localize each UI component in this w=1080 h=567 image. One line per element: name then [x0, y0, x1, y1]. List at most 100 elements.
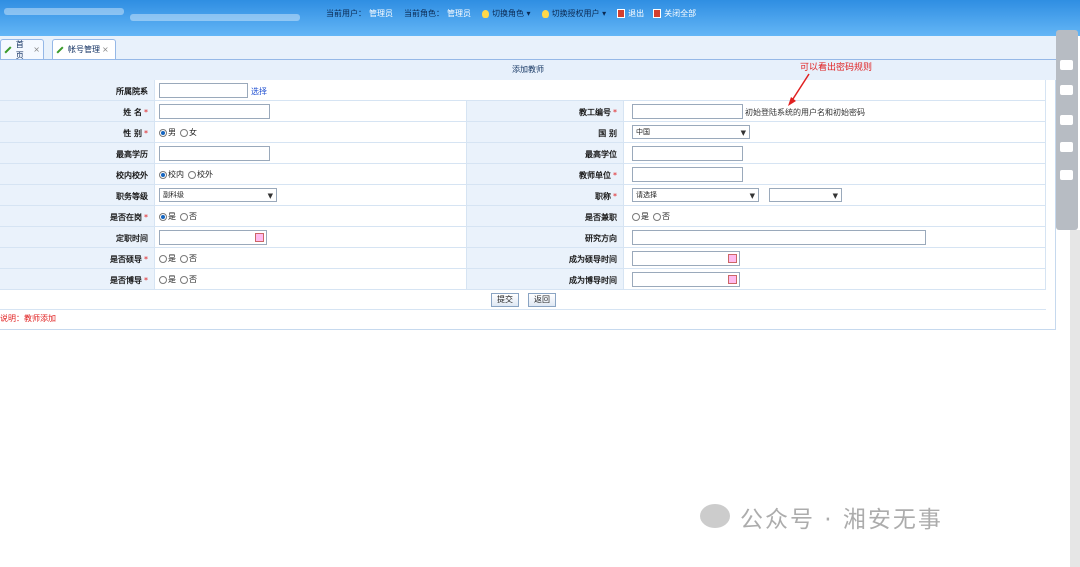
- logout-link[interactable]: 退出: [628, 8, 644, 19]
- tool-icon[interactable]: [1060, 115, 1073, 125]
- close-all-icon: [653, 9, 662, 18]
- form-row: 定职时间 研究方向: [0, 227, 1046, 248]
- close-icon[interactable]: ×: [102, 45, 109, 54]
- form-title: 添加教师: [0, 60, 1056, 80]
- bulb-icon: [482, 9, 489, 18]
- form-row: 是否硕导 * 是 否 成为硕导时间: [0, 248, 1046, 269]
- tab-account-label: 帐号管理: [68, 45, 100, 54]
- education-label: 最高学历: [116, 150, 148, 159]
- current-user: 管理员: [369, 9, 393, 18]
- form-row: 最高学历 最高学位: [0, 143, 1046, 164]
- current-role: 管理员: [447, 9, 471, 18]
- tab-home[interactable]: 首页 ×: [0, 39, 44, 60]
- on-duty-no-radio[interactable]: 否: [180, 211, 197, 222]
- supervisor-yes-radio[interactable]: 是: [159, 253, 176, 264]
- department-input[interactable]: [159, 83, 248, 98]
- nationality-select[interactable]: 中国 ▼: [632, 125, 750, 139]
- nationality-label: 国 别: [598, 129, 617, 138]
- part-time-label: 是否兼职: [585, 213, 617, 222]
- appoint-time-input[interactable]: [159, 230, 267, 245]
- calendar-icon[interactable]: [728, 254, 737, 263]
- degree-label: 最高学位: [585, 150, 617, 159]
- user-info-bar: 当前用户： 管理员 当前角色： 管理员 切换角色 ▾ 切换授权用户 ▾ 退出 关…: [326, 8, 702, 19]
- current-user-label: 当前用户：: [326, 9, 366, 18]
- annotation-arrow: [788, 73, 810, 106]
- top-header: 当前用户： 管理员 当前角色： 管理员 切换角色 ▾ 切换授权用户 ▾ 退出 关…: [0, 0, 1080, 36]
- back-button[interactable]: 返回: [528, 293, 556, 307]
- wechat-icon: [700, 504, 730, 528]
- tool-icon[interactable]: [1060, 170, 1073, 180]
- department-label: 所属院系: [116, 87, 148, 96]
- form-row: 姓 名 * 教工编号 * 初始登陆系统的用户名和初始密码: [0, 101, 1046, 122]
- teacher-unit-label: 教师单位 *: [579, 171, 617, 180]
- supervisor-no-radio[interactable]: 否: [180, 253, 197, 264]
- chevron-down-icon: ▼: [267, 192, 273, 200]
- research-label: 研究方向: [585, 234, 617, 243]
- title-select[interactable]: 请选择 ▼: [632, 188, 759, 202]
- switch-role-menu[interactable]: 切换角色 ▾: [492, 8, 531, 19]
- part-time-yes-radio[interactable]: 是: [632, 211, 649, 222]
- form-row: 校内校外 校内 校外 教师单位 *: [0, 164, 1046, 185]
- tab-home-label: 首页: [15, 39, 24, 60]
- form-note: 说明：教师添加: [0, 314, 56, 323]
- close-icon[interactable]: ×: [33, 45, 40, 54]
- form-row: 性 别 * 男 女 国 别 中国 ▼: [0, 122, 1046, 143]
- submit-button[interactable]: 提交: [491, 293, 519, 307]
- department-select-link[interactable]: 选择: [251, 86, 267, 97]
- tutor-time-label: 成为博导时间: [569, 276, 617, 285]
- supervisor-time-input[interactable]: [632, 251, 740, 266]
- gender-male-radio[interactable]: 男: [159, 127, 176, 138]
- on-duty-yes-radio[interactable]: 是: [159, 211, 176, 222]
- pencil-icon: [56, 45, 64, 54]
- campus-out-radio[interactable]: 校外: [188, 169, 213, 180]
- degree-input[interactable]: [632, 146, 743, 161]
- tool-icon[interactable]: [1060, 85, 1073, 95]
- on-duty-label: 是否在岗 *: [110, 213, 148, 222]
- add-teacher-form: 添加教师 所属院系 选择 姓 名 * 教工编号 * 初始登陆系统的用户名和初始密码 …: [0, 60, 1056, 330]
- job-level-label: 职务等级: [116, 192, 148, 201]
- form-row: 是否博导 * 是 否 成为博导时间: [0, 269, 1046, 290]
- pencil-icon: [4, 46, 12, 53]
- side-toolbar: [1056, 30, 1078, 230]
- scrollbar[interactable]: [1070, 230, 1080, 567]
- tab-bar: 首页 × 帐号管理 ×: [0, 36, 1056, 60]
- logout-icon: [617, 9, 626, 18]
- name-label: 姓 名 *: [123, 108, 148, 117]
- name-input[interactable]: [159, 104, 270, 119]
- current-role-label: 当前角色：: [404, 9, 444, 18]
- campus-in-radio[interactable]: 校内: [159, 169, 184, 180]
- title-label: 职称 *: [595, 192, 617, 201]
- switch-auth-user-menu[interactable]: 切换授权用户 ▾: [552, 8, 607, 19]
- gender-label: 性 别 *: [123, 129, 148, 138]
- research-input[interactable]: [632, 230, 926, 245]
- tutor-yes-radio[interactable]: 是: [159, 274, 176, 285]
- gender-female-radio[interactable]: 女: [180, 127, 197, 138]
- education-input[interactable]: [159, 146, 270, 161]
- chevron-down-icon: ▼: [740, 129, 746, 137]
- staff-no-label: 教工编号 *: [579, 108, 617, 117]
- form-row: 所属院系 选择: [0, 80, 1046, 101]
- blurred-system-name: [130, 14, 300, 21]
- tutor-time-input[interactable]: [632, 272, 740, 287]
- job-level-select[interactable]: 副科级 ▼: [159, 188, 277, 202]
- calendar-icon[interactable]: [255, 233, 264, 242]
- teacher-unit-input[interactable]: [632, 167, 743, 182]
- tab-account-management[interactable]: 帐号管理 ×: [52, 39, 116, 59]
- part-time-no-radio[interactable]: 否: [653, 211, 670, 222]
- chevron-down-icon: ▼: [749, 192, 755, 200]
- chevron-down-icon: ▼: [832, 192, 838, 200]
- appoint-time-label: 定职时间: [116, 234, 148, 243]
- blurred-logo: [4, 8, 124, 15]
- title-sub-select[interactable]: ▼: [769, 188, 842, 202]
- tutor-no-radio[interactable]: 否: [180, 274, 197, 285]
- form-actions: 提交 返回: [0, 290, 1046, 310]
- close-all-link[interactable]: 关闭全部: [664, 8, 696, 19]
- bulb-icon: [541, 9, 549, 18]
- tutor-label: 是否博导 *: [110, 276, 148, 285]
- supervisor-label: 是否硕导 *: [110, 255, 148, 264]
- campus-label: 校内校外: [116, 171, 148, 180]
- staff-no-input[interactable]: [632, 104, 743, 119]
- tool-icon[interactable]: [1060, 142, 1073, 152]
- tool-icon[interactable]: [1060, 60, 1073, 70]
- calendar-icon[interactable]: [728, 275, 737, 284]
